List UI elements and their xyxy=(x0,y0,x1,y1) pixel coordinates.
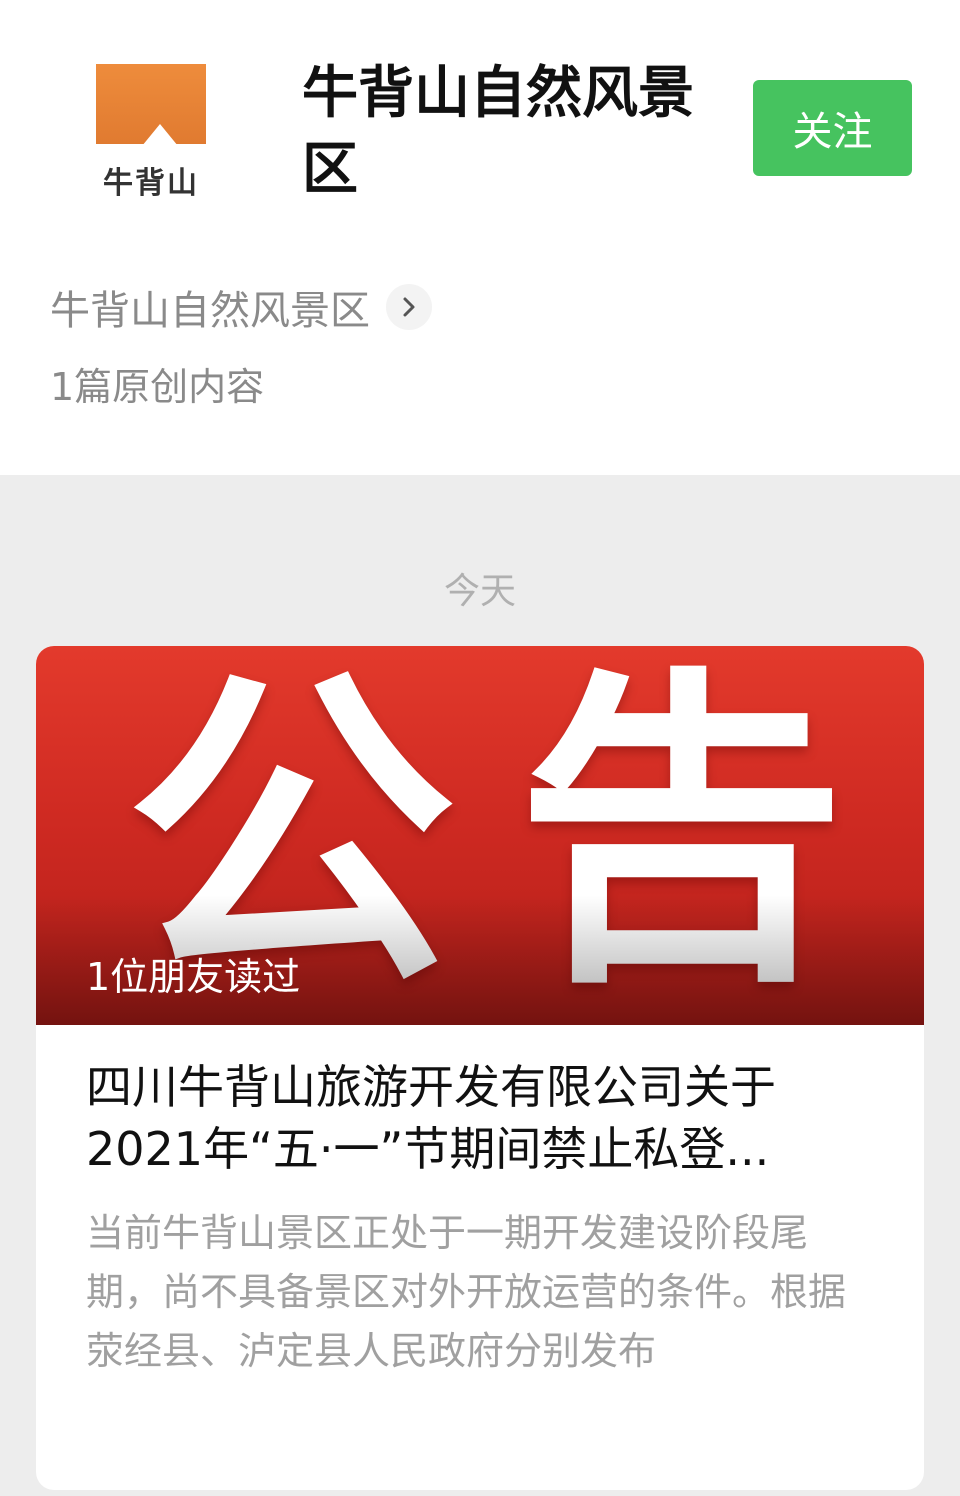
account-sub-name: 牛背山自然风景区 xyxy=(50,288,370,334)
logo-text: 牛背山 xyxy=(103,166,199,201)
account-profile-link[interactable]: 牛背山自然风景区 xyxy=(50,278,432,336)
article-summary: 当前牛背山景区正处于一期开发建设阶段尾期，尚不具备景区对外开放运营的条件。根据荥… xyxy=(86,1211,847,1373)
logo-mountain-icon xyxy=(96,64,206,146)
article-title[interactable]: 四川牛背山旅游开发有限公司关于2021年“五·一”节期间禁止私登... xyxy=(86,1056,876,1180)
article-cover-image[interactable]: 公 告 1位朋友读过 xyxy=(36,646,924,1025)
follow-button[interactable]: 关注 xyxy=(753,80,912,176)
account-logo[interactable]: 牛背山 xyxy=(90,60,212,201)
account-header: 牛背山 牛背山自然风景区 关注 牛背山自然风景区 1篇原创内容 xyxy=(0,0,960,475)
account-name: 牛背山自然风景区 xyxy=(302,61,694,202)
date-label: 今天 xyxy=(443,571,516,612)
original-content-count[interactable]: 1篇原创内容 xyxy=(50,356,264,411)
friends-read-label: 1位朋友读过 xyxy=(86,955,301,999)
chevron-right-icon xyxy=(386,284,432,330)
article-card[interactable]: 公 告 1位朋友读过 四川牛背山旅游开发有限公司关于2021年“五·一”节期间禁… xyxy=(36,646,924,1490)
